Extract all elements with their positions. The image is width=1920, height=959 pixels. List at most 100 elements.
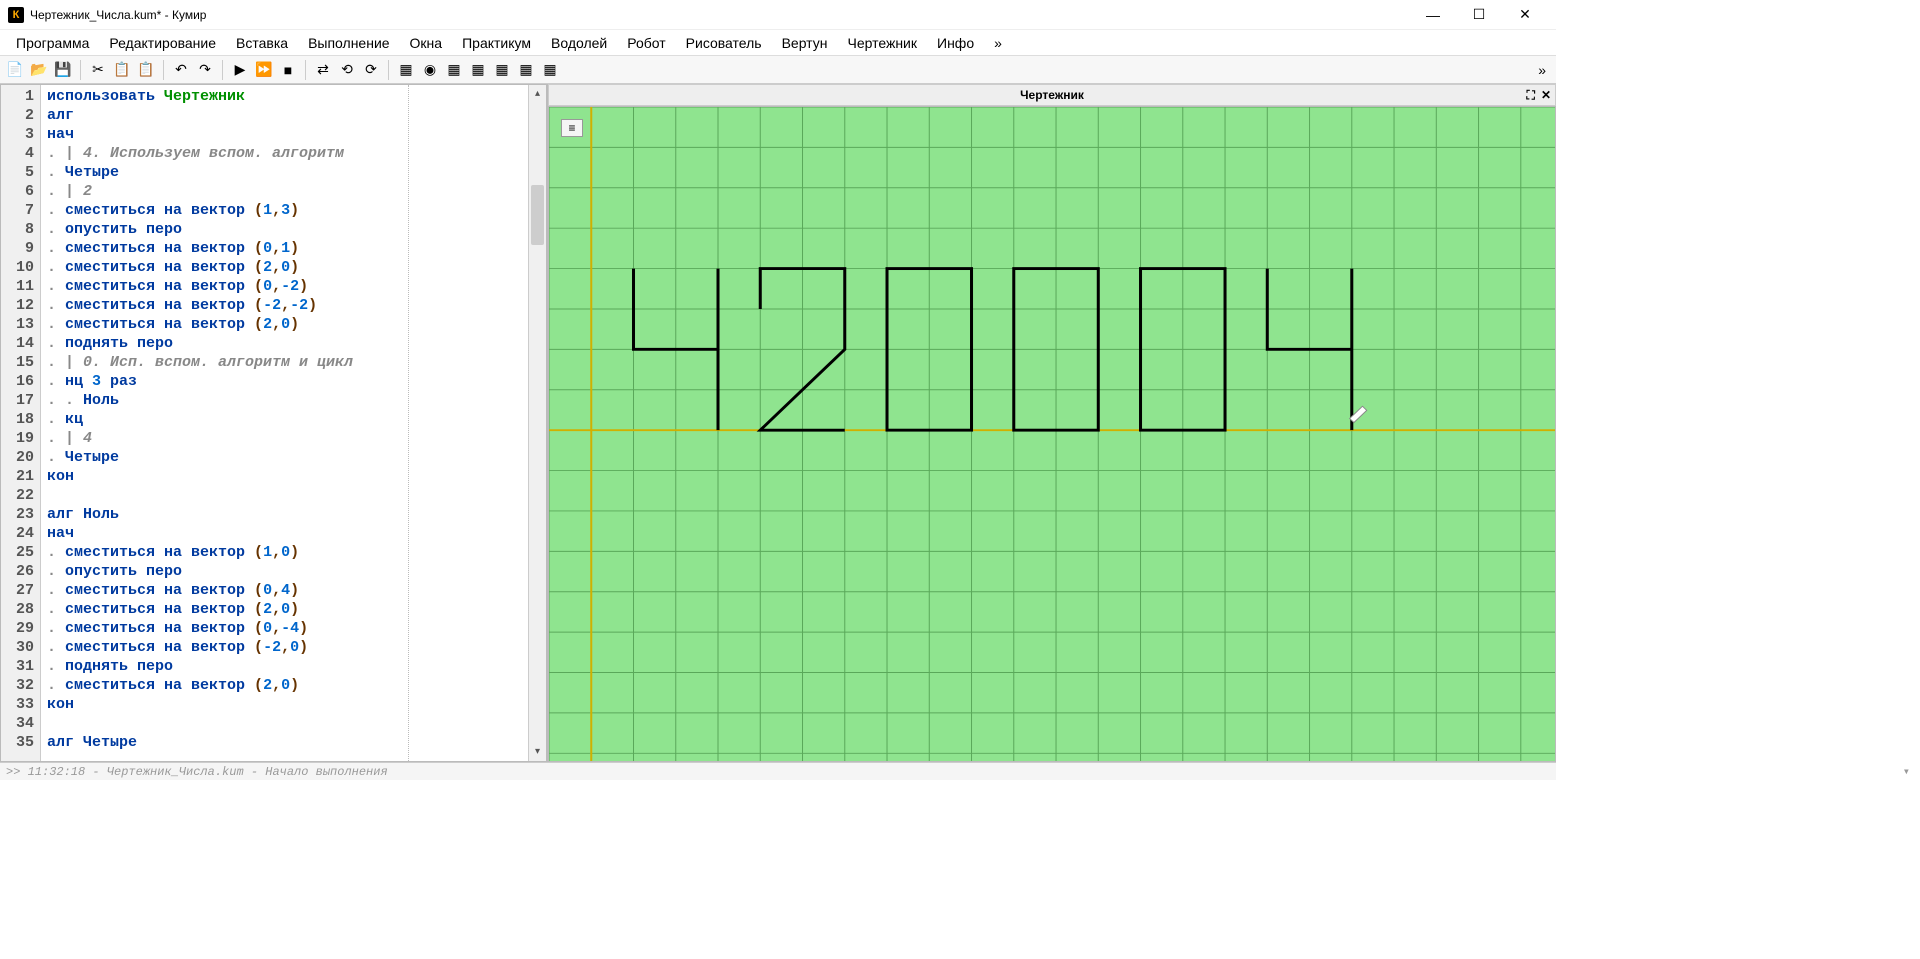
code-line[interactable]: . сместиться на вектор (1,0) [47, 543, 402, 562]
menu-12[interactable]: » [984, 31, 1012, 55]
line-number: 33 [1, 695, 34, 714]
code-line[interactable]: . сместиться на вектор (-2,-2) [47, 296, 402, 315]
toolbar-btn-15[interactable]: ⇄ [312, 59, 334, 81]
status-scroll-icon[interactable]: ▾ [1903, 764, 1910, 779]
toolbar-btn-2[interactable]: 💾 [52, 59, 74, 81]
line-number: 13 [1, 315, 34, 334]
menu-0[interactable]: Программа [6, 31, 99, 55]
toolbar-btn-24[interactable]: ▦ [515, 59, 537, 81]
code-line[interactable] [47, 714, 402, 733]
code-line[interactable]: алг Четыре [47, 733, 402, 752]
menu-7[interactable]: Робот [617, 31, 675, 55]
code-line[interactable]: алг Ноль [47, 505, 402, 524]
code-line[interactable]: нач [47, 125, 402, 144]
code-editor[interactable]: использовать Чертежникалгнач. | 4. Испол… [41, 85, 408, 761]
line-number: 26 [1, 562, 34, 581]
toolbar-btn-23[interactable]: ▦ [491, 59, 513, 81]
panel-max-icon[interactable]: ⛶ [1527, 88, 1535, 103]
code-line[interactable]: . Четыре [47, 448, 402, 467]
code-line[interactable] [47, 486, 402, 505]
code-line[interactable]: . сместиться на вектор (0,4) [47, 581, 402, 600]
line-number: 18 [1, 410, 34, 429]
toolbar-btn-19[interactable]: ▦ [395, 59, 417, 81]
code-line[interactable]: . поднять перо [47, 657, 402, 676]
toolbar-btn-13[interactable]: ■ [277, 59, 299, 81]
code-line[interactable]: . поднять перо [47, 334, 402, 353]
code-line[interactable]: кон [47, 467, 402, 486]
toolbar-overflow-icon[interactable]: » [1532, 62, 1552, 78]
code-line[interactable]: . нц 3 раз [47, 372, 402, 391]
code-line[interactable]: алг [47, 106, 402, 125]
menu-6[interactable]: Водолей [541, 31, 617, 55]
menu-11[interactable]: Инфо [927, 31, 984, 55]
menu-1[interactable]: Редактирование [99, 31, 226, 55]
code-line[interactable]: нач [47, 524, 402, 543]
line-number: 21 [1, 467, 34, 486]
minimize-button[interactable]: — [1410, 0, 1456, 30]
close-button[interactable]: ✕ [1502, 0, 1548, 30]
maximize-button[interactable]: ☐ [1456, 0, 1502, 30]
menu-8[interactable]: Рисователь [676, 31, 772, 55]
code-line[interactable]: . . Ноль [47, 391, 402, 410]
menu-2[interactable]: Вставка [226, 31, 298, 55]
line-number: 23 [1, 505, 34, 524]
code-line[interactable]: . сместиться на вектор (1,3) [47, 201, 402, 220]
toolbar-btn-4[interactable]: ✂ [87, 59, 109, 81]
line-number: 27 [1, 581, 34, 600]
code-line[interactable]: . сместиться на вектор (-2,0) [47, 638, 402, 657]
line-number: 2 [1, 106, 34, 125]
code-line[interactable]: . сместиться на вектор (0,-2) [47, 277, 402, 296]
toolbar-btn-25[interactable]: ▦ [539, 59, 561, 81]
canvas-menu-icon[interactable]: ≡ [561, 119, 583, 137]
line-number: 34 [1, 714, 34, 733]
scroll-down-icon[interactable]: ▾ [529, 743, 546, 761]
toolbar-btn-8[interactable]: ↶ [170, 59, 192, 81]
code-line[interactable]: . сместиться на вектор (2,0) [47, 315, 402, 334]
code-line[interactable]: . | 4. Используем вспом. алгоритм [47, 144, 402, 163]
toolbar-btn-0[interactable]: 📄 [4, 59, 26, 81]
titlebar: К Чертежник_Числа.kum* - Кумир — ☐ ✕ [0, 0, 1556, 30]
code-line[interactable]: . сместиться на вектор (2,0) [47, 676, 402, 695]
menu-4[interactable]: Окна [400, 31, 453, 55]
toolbar: 📄📂💾✂📋📋↶↷▶⏩■⇄⟲⟳▦◉▦▦▦▦▦» [0, 56, 1556, 84]
scroll-thumb[interactable] [531, 185, 544, 245]
code-line[interactable]: . сместиться на вектор (2,0) [47, 600, 402, 619]
menu-9[interactable]: Вертун [772, 31, 838, 55]
toolbar-btn-6[interactable]: 📋 [135, 59, 157, 81]
code-line[interactable]: использовать Чертежник [47, 87, 402, 106]
toolbar-btn-20[interactable]: ◉ [419, 59, 441, 81]
code-line[interactable]: . опустить перо [47, 562, 402, 581]
code-line[interactable]: . опустить перо [47, 220, 402, 239]
code-line[interactable]: . | 0. Исп. вспом. алгоритм и цикл [47, 353, 402, 372]
menu-3[interactable]: Выполнение [298, 31, 399, 55]
toolbar-btn-1[interactable]: 📂 [28, 59, 50, 81]
panel-close-icon[interactable]: ✕ [1541, 88, 1551, 103]
code-line[interactable]: . сместиться на вектор (0,-4) [47, 619, 402, 638]
scroll-up-icon[interactable]: ▴ [529, 85, 546, 103]
toolbar-btn-22[interactable]: ▦ [467, 59, 489, 81]
drawer-panel: Чертежник ⛶ ✕ ≡ [548, 84, 1556, 762]
menu-5[interactable]: Практикум [452, 31, 541, 55]
toolbar-btn-9[interactable]: ↷ [194, 59, 216, 81]
toolbar-btn-16[interactable]: ⟲ [336, 59, 358, 81]
line-number: 7 [1, 201, 34, 220]
toolbar-btn-21[interactable]: ▦ [443, 59, 465, 81]
toolbar-btn-11[interactable]: ▶ [229, 59, 251, 81]
menu-10[interactable]: Чертежник [837, 31, 927, 55]
line-number: 10 [1, 258, 34, 277]
code-line[interactable]: . | 4 [47, 429, 402, 448]
vertical-scrollbar[interactable]: ▴ ▾ [528, 85, 546, 761]
toolbar-btn-17[interactable]: ⟳ [360, 59, 382, 81]
line-gutter: 1234567891011121314151617181920212223242… [1, 85, 41, 761]
toolbar-btn-5[interactable]: 📋 [111, 59, 133, 81]
code-line[interactable]: . сместиться на вектор (0,1) [47, 239, 402, 258]
code-line[interactable]: . сместиться на вектор (2,0) [47, 258, 402, 277]
panel-title-text: Чертежник [1020, 88, 1084, 102]
code-line[interactable]: . кц [47, 410, 402, 429]
drawing-canvas[interactable]: ≡ [548, 106, 1556, 762]
toolbar-btn-12[interactable]: ⏩ [253, 59, 275, 81]
code-line[interactable]: . Четыре [47, 163, 402, 182]
code-line[interactable]: . | 2 [47, 182, 402, 201]
editor-panel: 1234567891011121314151617181920212223242… [0, 84, 548, 762]
code-line[interactable]: кон [47, 695, 402, 714]
